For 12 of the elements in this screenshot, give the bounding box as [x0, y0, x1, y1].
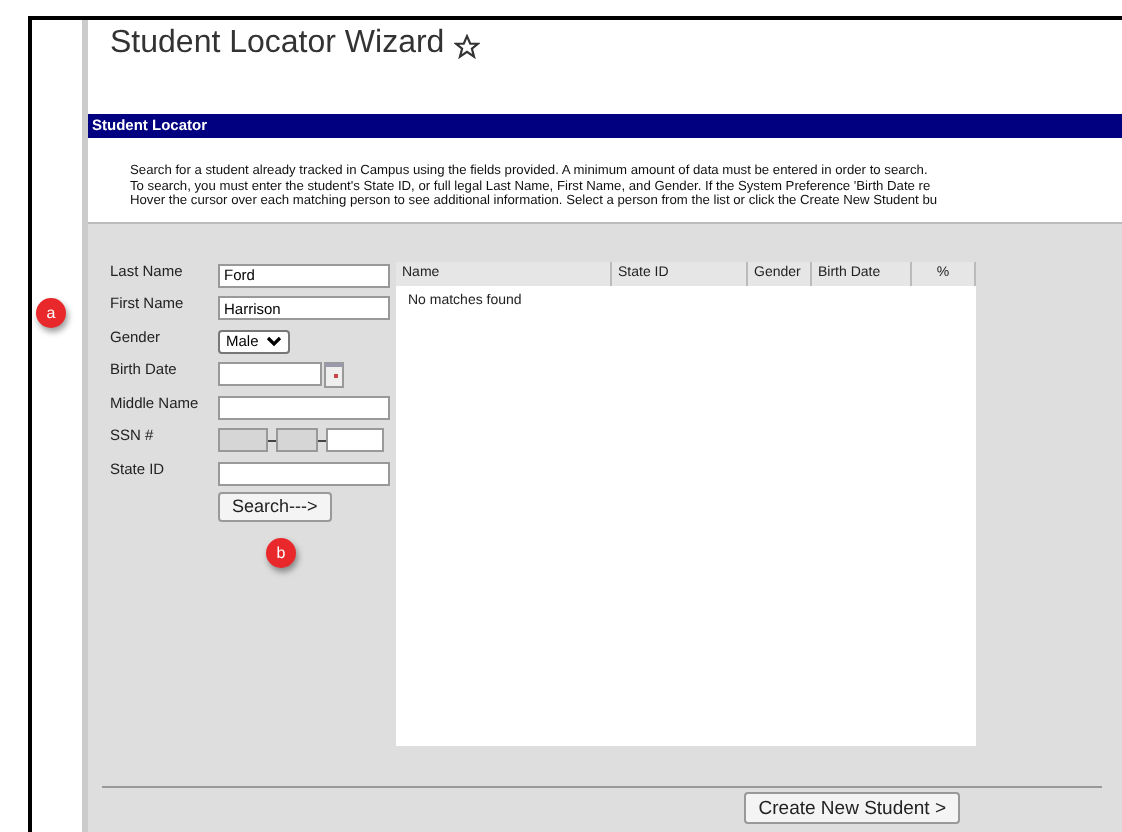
- create-student-button[interactable]: Create New Student >: [744, 792, 960, 824]
- star-icon[interactable]: [454, 34, 481, 60]
- search-button[interactable]: Search--->: [218, 491, 332, 522]
- callout-marker: a: [36, 298, 66, 328]
- ssn-field[interactable]: [326, 428, 384, 453]
- callout-marker: b: [266, 538, 296, 569]
- text-field[interactable]: [218, 461, 390, 486]
- chevron-down-icon: [266, 335, 283, 348]
- text-field[interactable]: [218, 395, 390, 420]
- page-title: Student Locator Wizard: [110, 26, 445, 62]
- date-field[interactable]: [218, 362, 322, 387]
- calendar-icon[interactable]: [324, 361, 344, 388]
